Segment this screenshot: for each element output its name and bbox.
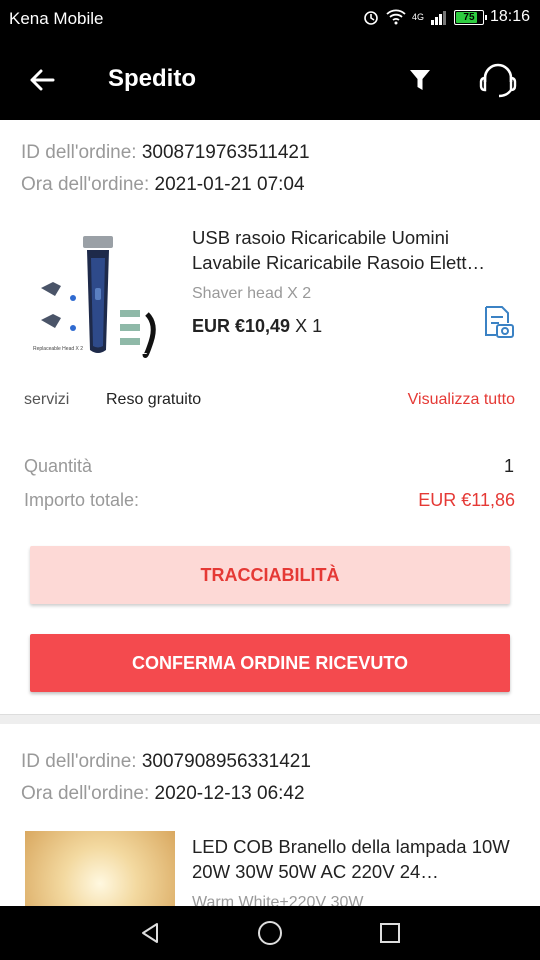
product-title[interactable]: LED COB Branello della lampada 10W 20W 3… — [192, 834, 522, 884]
nav-back-button[interactable] — [135, 918, 165, 948]
order-list[interactable]: ID dell'ordine: 3008719763511421 Ora del… — [0, 120, 540, 906]
order-time-value: 2021-01-21 07:04 — [154, 174, 305, 195]
total-value: EUR €11,86 — [418, 490, 515, 510]
signal-icon — [430, 11, 446, 25]
triangle-back-icon — [142, 923, 158, 943]
carrier-name: Kena Mobile — [9, 9, 104, 28]
circle-home-icon — [258, 921, 282, 945]
order-id-label: ID dell'ordine: — [21, 751, 137, 772]
quantity-value: 1 — [503, 456, 514, 476]
product-price: EUR €10,49 — [192, 316, 291, 336]
price-row: EUR €10,49 X 1 — [192, 316, 322, 337]
product-title[interactable]: USB rasoio Ricaricabile Uomini Lavabile … — [192, 225, 522, 275]
order-id-value: 3007908956331421 — [141, 751, 311, 772]
services-label: servizi — [24, 391, 70, 408]
product-image[interactable]: Replaceable Head X 2 — [25, 228, 175, 368]
order-time-value: 2020-12-13 06:42 — [154, 783, 305, 804]
tracking-button[interactable]: TRACCIABILITÀ — [30, 546, 510, 604]
total-label: Importo totale: — [24, 490, 140, 510]
app-bar: Spedito — [0, 38, 540, 120]
filter-button[interactable] — [402, 60, 438, 100]
view-all-link[interactable]: Visualizza tutto — [408, 391, 515, 409]
order-time-label: Ora dell'ordine: — [21, 174, 150, 195]
network-type: 4G — [411, 11, 424, 22]
square-recent-icon — [380, 923, 400, 943]
document-camera-icon — [485, 306, 514, 338]
back-button[interactable] — [22, 60, 62, 100]
order-time-row: Ora dell'ordine: 2021-01-21 07:04 — [21, 174, 305, 196]
battery-level: 75 — [463, 11, 475, 23]
battery-icon: 75 — [453, 9, 487, 25]
order-id-row: ID dell'ordine: 3008719763511421 — [21, 142, 310, 164]
page-title: Spedito — [108, 65, 196, 92]
product-image-caption: Replaceable Head X 2 — [33, 346, 83, 352]
order-id-label: ID dell'ordine: — [21, 142, 137, 163]
product-variant: Warm White+220V 30W — [192, 894, 364, 906]
confirm-order-received-button[interactable]: CONFERMA ORDINE RICEVUTO — [30, 634, 510, 692]
snapshot-button[interactable] — [478, 303, 516, 341]
order-separator — [0, 714, 540, 724]
services-value: Reso gratuito — [106, 391, 202, 408]
filter-funnel-icon — [410, 70, 430, 90]
nav-home-button[interactable] — [255, 918, 285, 948]
shaver-product-image: Replaceable Head X 2 — [25, 228, 175, 368]
arrow-left-icon — [30, 69, 55, 91]
headset-icon — [479, 63, 517, 98]
product-variant: Shaver head X 2 — [192, 285, 312, 302]
order-id-row: ID dell'ordine: 3007908956331421 — [21, 751, 311, 773]
customer-support-button[interactable] — [474, 58, 522, 102]
product-image[interactable] — [25, 831, 175, 906]
status-icons: 4G 75 18:16 — [362, 8, 530, 26]
order-time-row: Ora dell'ordine: 2020-12-13 06:42 — [21, 783, 305, 805]
product-quantity-multiplier: X 1 — [295, 316, 323, 336]
clock: 18:16 — [489, 8, 530, 25]
system-navigation-bar — [0, 906, 540, 960]
status-bar: Kena Mobile 4G 75 18:16 — [0, 0, 540, 38]
nav-recent-apps-button[interactable] — [375, 918, 405, 948]
quantity-label: Quantità — [24, 456, 93, 476]
order-time-label: Ora dell'ordine: — [21, 783, 150, 804]
order-id-value: 3008719763511421 — [141, 142, 310, 163]
wifi-icon — [386, 9, 406, 25]
alarm-icon — [364, 11, 378, 25]
